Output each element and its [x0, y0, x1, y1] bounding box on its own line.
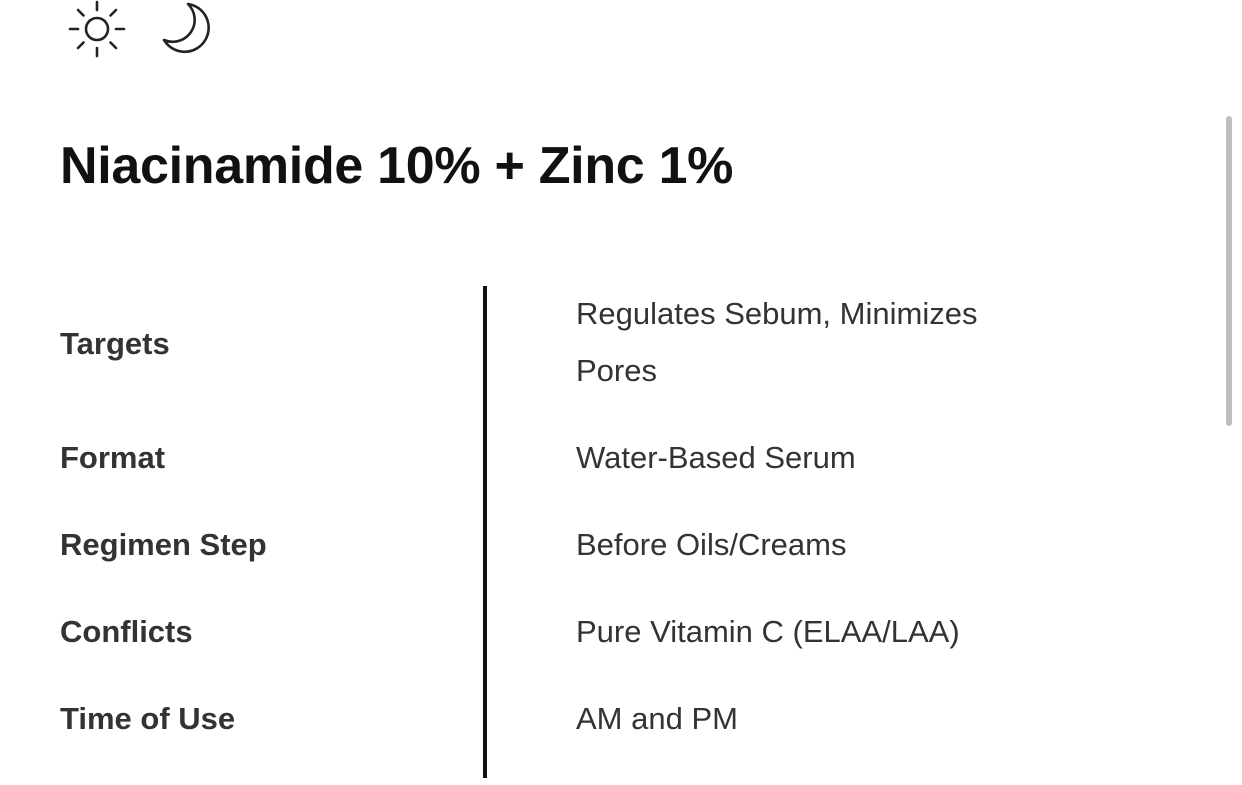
- theme-icons: [66, 0, 214, 62]
- value-targets-line-1: Regulates Sebum, Minimizes: [576, 296, 978, 331]
- product-details-page: Niacinamide 10% + Zinc 1% Targets Regula…: [0, 0, 1242, 785]
- value-format: Water-Based Serum: [576, 440, 856, 475]
- label-regimen-step: Regimen Step: [60, 527, 267, 562]
- sun-icon[interactable]: [66, 0, 128, 65]
- scrollbar-thumb[interactable]: [1226, 116, 1232, 426]
- value-targets-line-2: Pores: [576, 353, 657, 388]
- value-regimen-step: Before Oils/Creams: [576, 527, 847, 562]
- product-title: Niacinamide 10% + Zinc 1%: [60, 137, 734, 195]
- column-divider: [483, 286, 487, 778]
- label-time-of-use: Time of Use: [60, 701, 236, 736]
- value-time-of-use: AM and PM: [576, 701, 738, 736]
- label-format: Format: [60, 440, 166, 475]
- moon-icon[interactable]: [158, 0, 214, 63]
- label-conflicts: Conflicts: [60, 614, 193, 649]
- value-conflicts: Pure Vitamin C (ELAA/LAA): [576, 614, 960, 649]
- label-targets: Targets: [60, 326, 170, 361]
